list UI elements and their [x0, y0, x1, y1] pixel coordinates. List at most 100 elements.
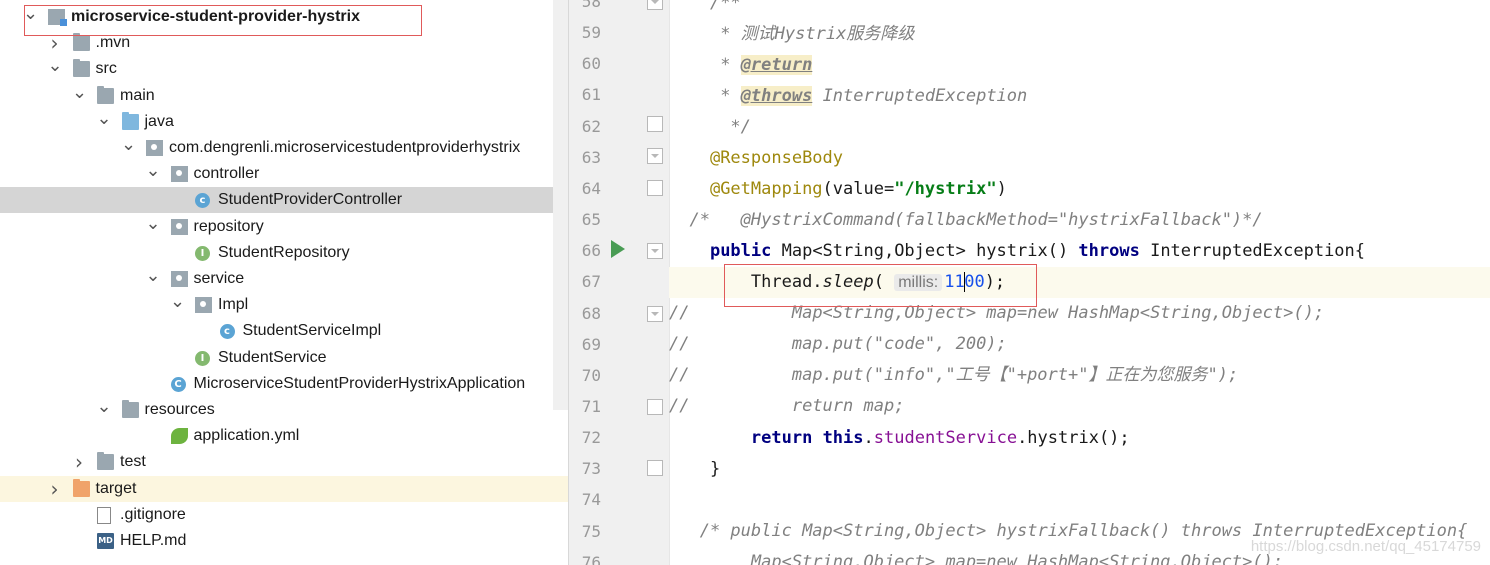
code-token: *: [720, 86, 741, 106]
code-token: "/hystrix": [894, 179, 997, 199]
code-editor[interactable]: 58 59 60 61 62 63 64 65 66 67 68 69 70 71 72 73 74 75 76 /…: [568, 0, 1490, 565]
target-folder-icon: [72, 478, 90, 497]
tree-item[interactable]: application.yml: [0, 423, 568, 449]
code-line-69[interactable]: // map.put("code", 200);: [669, 329, 1007, 360]
line-number: 64: [581, 178, 601, 198]
code-line-66[interactable]: public Map<String,Object> hystrix() thro…: [669, 236, 1365, 267]
line-number: 66: [581, 241, 601, 261]
code-line-63[interactable]: @ResponseBody: [669, 143, 843, 174]
expand-chevron-icon[interactable]: ⌄: [48, 56, 63, 82]
expand-chevron-icon[interactable]: ⌄: [146, 213, 161, 240]
code-token: .: [863, 428, 874, 448]
line-number: 67: [581, 272, 601, 292]
fold-marker-icon[interactable]: [647, 0, 663, 10]
code-highlight-box: [724, 264, 1037, 307]
fold-marker-icon[interactable]: [647, 180, 663, 196]
code-token: InterruptedException{: [1139, 241, 1366, 261]
package-icon: [170, 218, 188, 235]
line-number: 60: [581, 54, 601, 74]
fold-marker-icon[interactable]: [647, 306, 663, 322]
line-number: 59: [581, 23, 601, 43]
code-line-72[interactable]: return this.studentService.hystrix();: [669, 423, 1130, 454]
code-line-62[interactable]: */: [669, 112, 751, 143]
fold-marker-icon[interactable]: [647, 460, 663, 476]
tree-item[interactable]: ⌄ controller: [0, 161, 568, 187]
tree-item[interactable]: ⌄ java: [0, 108, 568, 135]
tree-item[interactable]: › test: [0, 449, 568, 475]
tree-item[interactable]: ⌄ com.dengrenli.microservicestudentprovid…: [0, 135, 568, 161]
code-token: this: [822, 428, 864, 448]
expand-chevron-icon[interactable]: ⌄: [146, 266, 161, 292]
tree-item-label: target: [95, 479, 137, 497]
line-number: 76: [581, 552, 601, 565]
tree-item[interactable]: I StudentRepository: [0, 240, 568, 266]
collapse-chevron-icon[interactable]: ›: [48, 476, 62, 502]
spring-yml-icon: [170, 428, 188, 445]
tree-item-label: .gitignore: [120, 505, 186, 523]
tree-item-label: test: [120, 453, 146, 471]
tree-item[interactable]: I StudentService: [0, 345, 568, 371]
tree-item[interactable]: ⌄ service: [0, 266, 568, 292]
package-icon: [170, 271, 188, 287]
tree-item[interactable]: ⌄ main: [0, 82, 568, 109]
code-line-65[interactable]: /* @HystrixCommand(fallbackMethod="hystr…: [669, 205, 1262, 236]
tree-item[interactable]: c StudentServiceImpl: [0, 318, 568, 344]
code-token: }: [709, 459, 721, 479]
code-line-61[interactable]: * @throws InterruptedException: [669, 81, 1027, 112]
code-token: (value=: [822, 179, 895, 199]
tree-item[interactable]: ⌄ repository: [0, 213, 568, 240]
code-line-71[interactable]: // return map;: [669, 391, 904, 422]
expand-chevron-icon[interactable]: ⌄: [121, 135, 136, 161]
code-token: throws: [1078, 241, 1140, 261]
fold-marker-icon[interactable]: [647, 399, 663, 415]
interface-icon: I: [195, 350, 210, 366]
tree-item-label: resources: [144, 401, 215, 418]
expand-chevron-icon[interactable]: ⌄: [72, 82, 87, 109]
run-gutter-icon[interactable]: [611, 240, 625, 258]
tree-item[interactable]: C MicroserviceStudentProviderHystrixAppli…: [0, 371, 568, 397]
code-line-59[interactable]: * 测试Hystrix服务降级: [669, 19, 914, 50]
code-line-60[interactable]: * @return: [669, 50, 813, 81]
code-line-70[interactable]: // map.put("info","工号【"+port+"】正在为您服务");: [669, 360, 1238, 391]
line-number: 63: [581, 147, 601, 167]
code-token: *: [720, 55, 741, 75]
code-token: map.put("code", 200);: [791, 334, 1007, 354]
tree-item-label: StudentRepository: [218, 243, 350, 261]
class-icon: c: [195, 193, 210, 209]
project-tree-scrollbar[interactable]: [553, 0, 568, 410]
tree-item[interactable]: ⌄ src: [0, 56, 568, 82]
project-tree: ⌄ microservice-student-provider-hystrix ›.…: [0, 0, 568, 565]
expand-chevron-icon[interactable]: ⌄: [170, 292, 185, 318]
markdown-icon: MD: [97, 533, 114, 549]
line-number: 72: [581, 428, 601, 448]
code-token: * 测试Hystrix服务降级: [720, 24, 915, 44]
fold-marker-icon[interactable]: [647, 148, 663, 164]
tree-item-label: StudentServiceImpl: [242, 322, 382, 340]
code-line-76[interactable]: Map<String,Object> map=new HashMap<Strin…: [669, 547, 1283, 565]
collapse-chevron-icon[interactable]: ›: [72, 449, 86, 475]
folder-icon: [97, 85, 114, 104]
code-line-73[interactable]: }: [669, 454, 720, 485]
tree-item[interactable]: .gitignore: [0, 502, 568, 528]
code-token: //: [669, 334, 690, 354]
tree-item[interactable]: MD HELP.md: [0, 528, 568, 554]
code-line-64[interactable]: @GetMapping(value="/hystrix"): [669, 174, 1007, 205]
code-token: */: [730, 117, 751, 137]
expand-chevron-icon[interactable]: ⌄: [97, 108, 112, 135]
interface-icon: I: [195, 245, 210, 261]
editor-gutter: 58 59 60 61 62 63 64 65 66 67 68 69 70 71 72 73 74 75 76: [569, 0, 669, 565]
code-line-58[interactable]: /**: [669, 0, 741, 19]
tree-item-label: MicroserviceStudentProviderHystrixApplic…: [193, 374, 526, 392]
expand-chevron-icon[interactable]: ⌄: [146, 161, 161, 187]
fold-marker-icon[interactable]: [647, 243, 663, 259]
fold-marker-icon[interactable]: [647, 116, 663, 132]
tree-item[interactable]: ⌄ resources: [0, 397, 568, 423]
code-token: return map;: [791, 396, 905, 416]
class-icon: c: [219, 324, 235, 340]
tree-item[interactable]: › target: [0, 475, 568, 502]
code-token: studentService: [873, 428, 1018, 448]
expand-chevron-icon[interactable]: ⌄: [97, 397, 112, 423]
tree-item-label: Impl: [218, 296, 249, 314]
tree-item[interactable]: c StudentProviderController: [0, 187, 568, 214]
tree-item[interactable]: ⌄ Impl: [0, 292, 568, 318]
